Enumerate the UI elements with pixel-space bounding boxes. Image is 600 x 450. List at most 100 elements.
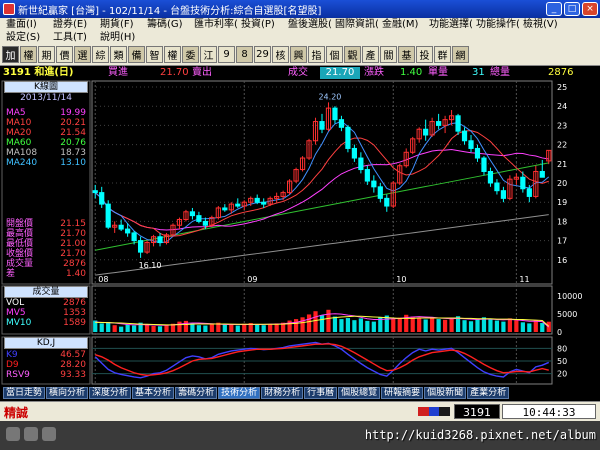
ma-name: MA20 [6,128,32,138]
volume-bar [520,322,525,332]
analysis-tab-bar: 當日走勢 橫向分析 深度分析 基本分析 籌碼分析 技術分析 財務分析 行事曆 個股總覽 研報摘要個… [0,386,600,400]
menu-item[interactable]: 籌碼(G) [144,18,191,31]
toolbar-button[interactable]: 核 [272,46,289,63]
menu-item[interactable]: 投資(P) [238,18,285,31]
taskbar-app-icon[interactable] [6,427,20,441]
menu-item[interactable]: 功能選擇(X) [426,18,473,31]
analysis-tab[interactable]: 個股新聞 [424,387,467,399]
toolbar-button[interactable]: 智 [146,46,163,63]
toolbar-button[interactable]: 投 [416,46,433,63]
toolbar-button[interactable]: 綜 [92,46,109,63]
toolbar-button[interactable]: 選 [74,46,91,63]
volume-bar [352,320,357,332]
volume-bar [507,318,512,332]
toolbar-button[interactable]: 備 [128,46,145,63]
kline-min-label: 16.10 [139,261,162,270]
analysis-tab[interactable]: 籌碼分析 [175,387,218,399]
volume-bar [125,324,130,332]
volume-legend-row: VOL 2876 [6,298,86,308]
volume-bar [397,317,402,332]
toolbar-button[interactable]: 指 [308,46,325,63]
analysis-tab[interactable]: 研報摘要 [381,387,424,399]
analysis-tab[interactable]: 個股總覽 [338,387,381,399]
volume-bar [326,309,331,332]
analysis-tab[interactable]: 基本分析 [132,387,175,399]
status-clock: 10:44:33 [502,404,596,419]
analysis-tab[interactable]: 產業分析 [467,387,510,399]
toolbar-button[interactable]: 權 [164,46,181,63]
menu-item[interactable]: 說明(H) [97,31,144,44]
taskbar-app-icon[interactable] [24,427,38,441]
volume-legend-row: MV10 1589 [6,318,86,328]
candle-body [137,240,144,253]
status-broker: 精誠 [4,406,29,420]
analysis-tab[interactable]: 行事曆 [304,387,338,399]
menu-item[interactable]: 檢視(V) [520,18,567,31]
menu-item[interactable]: 工具(T) [50,31,97,44]
toolbar-button[interactable]: 權 [20,46,37,63]
volume-bar [293,319,299,332]
analysis-tab[interactable]: 橫向分析 [46,387,89,399]
candle-body [332,107,338,121]
kd-series-value: 28.20 [60,360,86,370]
toolbar-button[interactable]: 網 [452,46,469,63]
menu-item[interactable]: 匯市利率(R) [191,18,238,31]
toolbar-button[interactable]: 8 [236,46,253,63]
menu-item[interactable]: 功能操作(O) [473,18,520,31]
candle-body [125,228,131,234]
menu-item[interactable]: 畫面(I) [3,18,50,31]
kline-y-tick: 25 [557,83,567,92]
kline-x-tick: 08 [98,275,108,284]
toolbar-button[interactable]: 觀 [344,46,361,63]
menu-item[interactable]: 期貨(F) [97,18,144,31]
analysis-tab[interactable]: 深度分析 [89,387,132,399]
toolbar-button[interactable]: 9 [218,46,235,63]
toolbar-button[interactable]: 個 [326,46,343,63]
analysis-tab[interactable]: 財務分析 [261,387,304,399]
taskbar-app-icon[interactable] [42,427,56,441]
menu-item[interactable]: 證券(E) [50,18,97,31]
volume-y-tick: 5000 [557,310,577,319]
close-icon[interactable]: × [582,2,598,16]
analysis-tab[interactable]: 當日走勢 [3,387,46,399]
toolbar-button[interactable]: 產 [362,46,379,63]
toolbar-button[interactable]: 基 [398,46,415,63]
maximize-icon[interactable]: □ [564,2,580,16]
chart-canvas[interactable]: 16 17 18 19 20 21 22 23 24 25 08 09 10 11 24.20 16.10 0 5… [0,79,600,401]
kd-series-name: K9 [6,350,18,360]
toolbar-button[interactable]: 群 [434,46,451,63]
toolbar-button[interactable]: 29 [254,46,271,63]
menu-item[interactable]: 盤後選股(S) [285,18,332,31]
volume-y-tick: 10000 [557,292,582,301]
ohlc-value: 21.70 [60,249,86,259]
kd-panel-header[interactable]: KD,J [4,337,88,349]
toolbar-button[interactable]: 興 [290,46,307,63]
toolbar-button[interactable]: 委 [182,46,199,63]
kline-x-tick: 10 [396,275,406,284]
kline-panel-header[interactable]: K線圖 [4,81,88,93]
minimize-icon[interactable]: _ [546,2,562,16]
bid-label: 買進 [108,67,128,78]
volume-bar [442,319,448,332]
toolbar-button[interactable]: 江 [200,46,217,63]
volume-bar [365,320,370,332]
stock-code-name[interactable]: 3191 和進(日) [3,67,73,79]
volume-bar [255,324,260,332]
toolbar-button[interactable]: 類 [110,46,127,63]
volume-panel-header[interactable]: 成交量 [4,286,88,298]
analysis-tab[interactable]: 技術分析 [218,387,261,399]
menu-item[interactable]: 金融(M) [379,18,426,31]
toolbar-button[interactable]: 期 [38,46,55,63]
watermark-url: http://kuid3268.pixnet.net/album [364,428,596,442]
volume-bar [540,323,545,332]
menu-item[interactable]: 國際資訊(I) [332,18,379,31]
ma-legend-row: MA10 20.21 [6,118,86,128]
toolbar-button[interactable]: 價 [56,46,73,63]
candle-body [338,119,345,128]
menu-item[interactable]: 設定(S) [3,31,50,44]
volume-bar [157,326,163,332]
status-stock-code[interactable]: 3191 [454,404,500,419]
toolbar-button[interactable]: 關 [380,46,397,63]
taskbar: http://kuid3268.pixnet.net/album [0,421,600,450]
toolbar-button[interactable]: 加 [2,46,19,63]
